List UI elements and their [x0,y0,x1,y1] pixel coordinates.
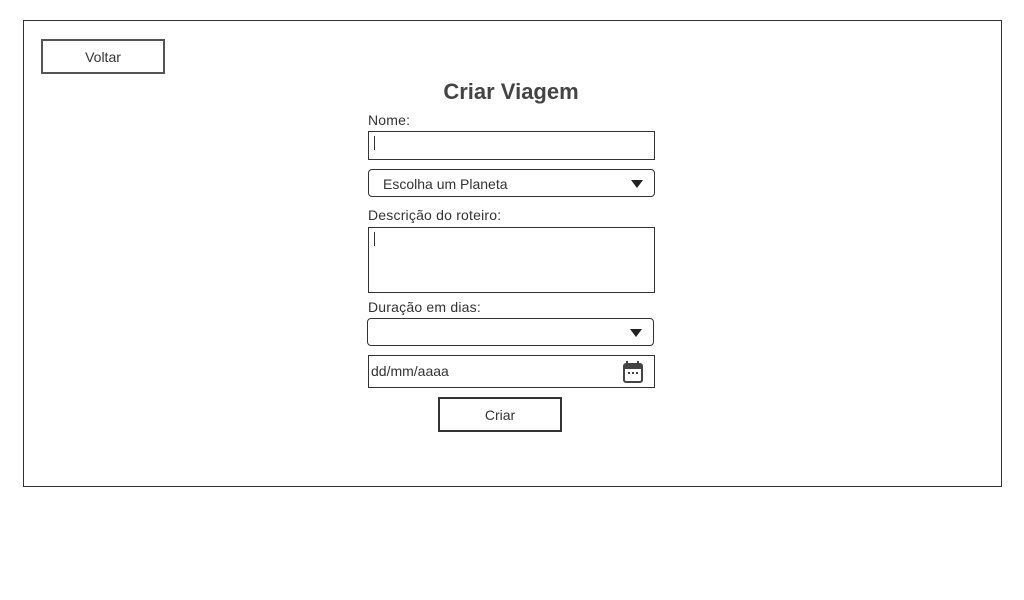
date-input-placeholder: dd/mm/aaaa [371,363,449,379]
planet-select-value: Escolha um Planeta [383,176,508,192]
calendar-icon[interactable] [622,360,644,384]
create-button-label: Criar [484,406,516,423]
name-label: Nome: [368,112,411,128]
duration-label: Duração em dias: [368,299,481,315]
chevron-down-icon [630,329,642,337]
back-button[interactable]: Voltar [41,39,165,74]
duration-select[interactable] [367,318,654,346]
date-input[interactable]: dd/mm/aaaa [368,355,655,388]
description-label: Descrição do roteiro: [368,207,502,223]
name-input[interactable] [368,131,655,160]
page-title: Criar Viagem [443,79,579,104]
description-textarea[interactable] [368,227,655,293]
back-button-label: Voltar [85,48,121,65]
chevron-down-icon [631,180,643,188]
text-caret [374,232,375,246]
text-caret [374,136,375,150]
create-button[interactable]: Criar [438,397,562,432]
planet-select[interactable]: Escolha um Planeta [368,169,655,197]
